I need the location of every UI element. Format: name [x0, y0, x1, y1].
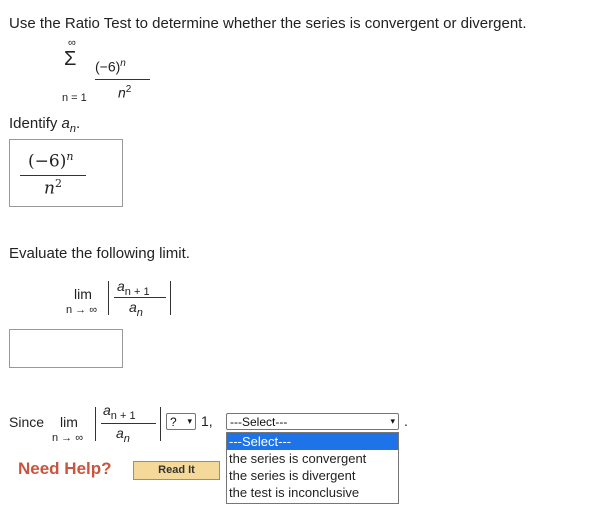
- identify-answer-fraction-bar: [20, 175, 86, 176]
- limit-lim: lim: [74, 286, 92, 302]
- since-fraction-bar: [101, 423, 156, 424]
- identify-label: Identify an.: [9, 115, 81, 135]
- chevron-down-icon: ▾: [187, 416, 192, 426]
- conclusion-select[interactable]: ---Select--- ▾: [226, 413, 399, 430]
- since-numerator: an + 1: [103, 402, 136, 422]
- since-text: Since: [9, 414, 45, 430]
- since-lim: lim: [60, 414, 78, 430]
- question-text: Use the Ratio Test to determine whether …: [9, 15, 527, 32]
- limit-numerator: an + 1: [117, 278, 150, 298]
- identify-answer-denominator: n2: [44, 177, 62, 199]
- sum-symbol: Σ: [64, 48, 77, 70]
- series-denominator: n2: [118, 84, 132, 101]
- need-help-label: Need Help?: [18, 459, 112, 478]
- series-fraction-bar: [95, 79, 150, 80]
- chevron-down-icon: ▾: [390, 416, 395, 426]
- dropdown-option-inconclusive[interactable]: the test is inconclusive: [227, 484, 398, 501]
- series-numerator: (−6)n: [95, 58, 126, 75]
- since-lim-subscript: n → ∞: [52, 432, 84, 444]
- dropdown-option-convergent[interactable]: the series is convergent: [227, 450, 398, 467]
- dropdown-option-divergent[interactable]: the series is divergent: [227, 467, 398, 484]
- conclusion-select-value: ---Select---: [230, 415, 288, 429]
- evaluate-label: Evaluate the following limit.: [9, 245, 190, 262]
- since-denominator: an: [116, 425, 130, 445]
- read-it-button[interactable]: Read It: [133, 461, 220, 480]
- sum-lower-limit: n = 1: [62, 92, 87, 104]
- since-abs-bar-right: [160, 407, 161, 441]
- comparison-select-value: ?: [170, 415, 177, 429]
- abs-bar-left: [108, 281, 109, 315]
- limit-denominator: an: [129, 299, 143, 319]
- period-text: .: [404, 413, 408, 429]
- conclusion-dropdown-list[interactable]: ---Select--- the series is convergent th…: [226, 432, 399, 504]
- one-text: 1,: [201, 413, 213, 429]
- since-abs-bar-left: [95, 407, 96, 441]
- limit-answer-input[interactable]: [9, 329, 123, 368]
- abs-bar-right: [170, 281, 171, 315]
- limit-subscript: n → ∞: [66, 304, 98, 316]
- identify-answer-box[interactable]: (−6)n n2: [9, 139, 123, 207]
- identify-answer-numerator: (−6)n: [28, 150, 74, 172]
- dropdown-option-select[interactable]: ---Select---: [227, 433, 398, 450]
- limit-fraction-bar: [114, 297, 166, 298]
- comparison-select[interactable]: ? ▾: [166, 413, 196, 430]
